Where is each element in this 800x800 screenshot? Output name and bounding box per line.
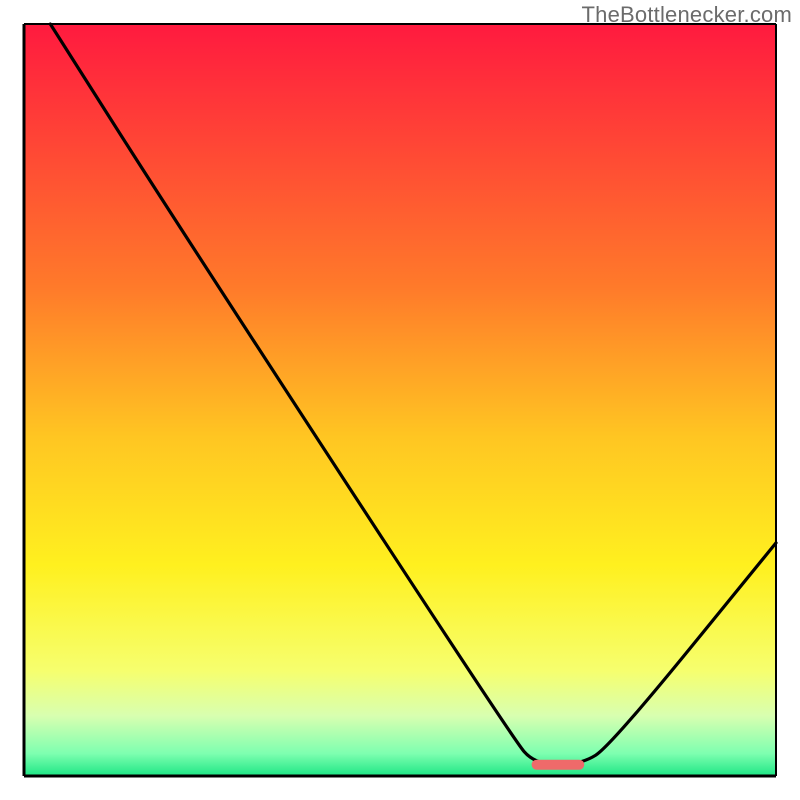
plot-background [24,24,776,776]
bottleneck-chart: TheBottlenecker.com [0,0,800,800]
chart-svg [0,0,800,800]
optimal-marker [532,760,585,770]
